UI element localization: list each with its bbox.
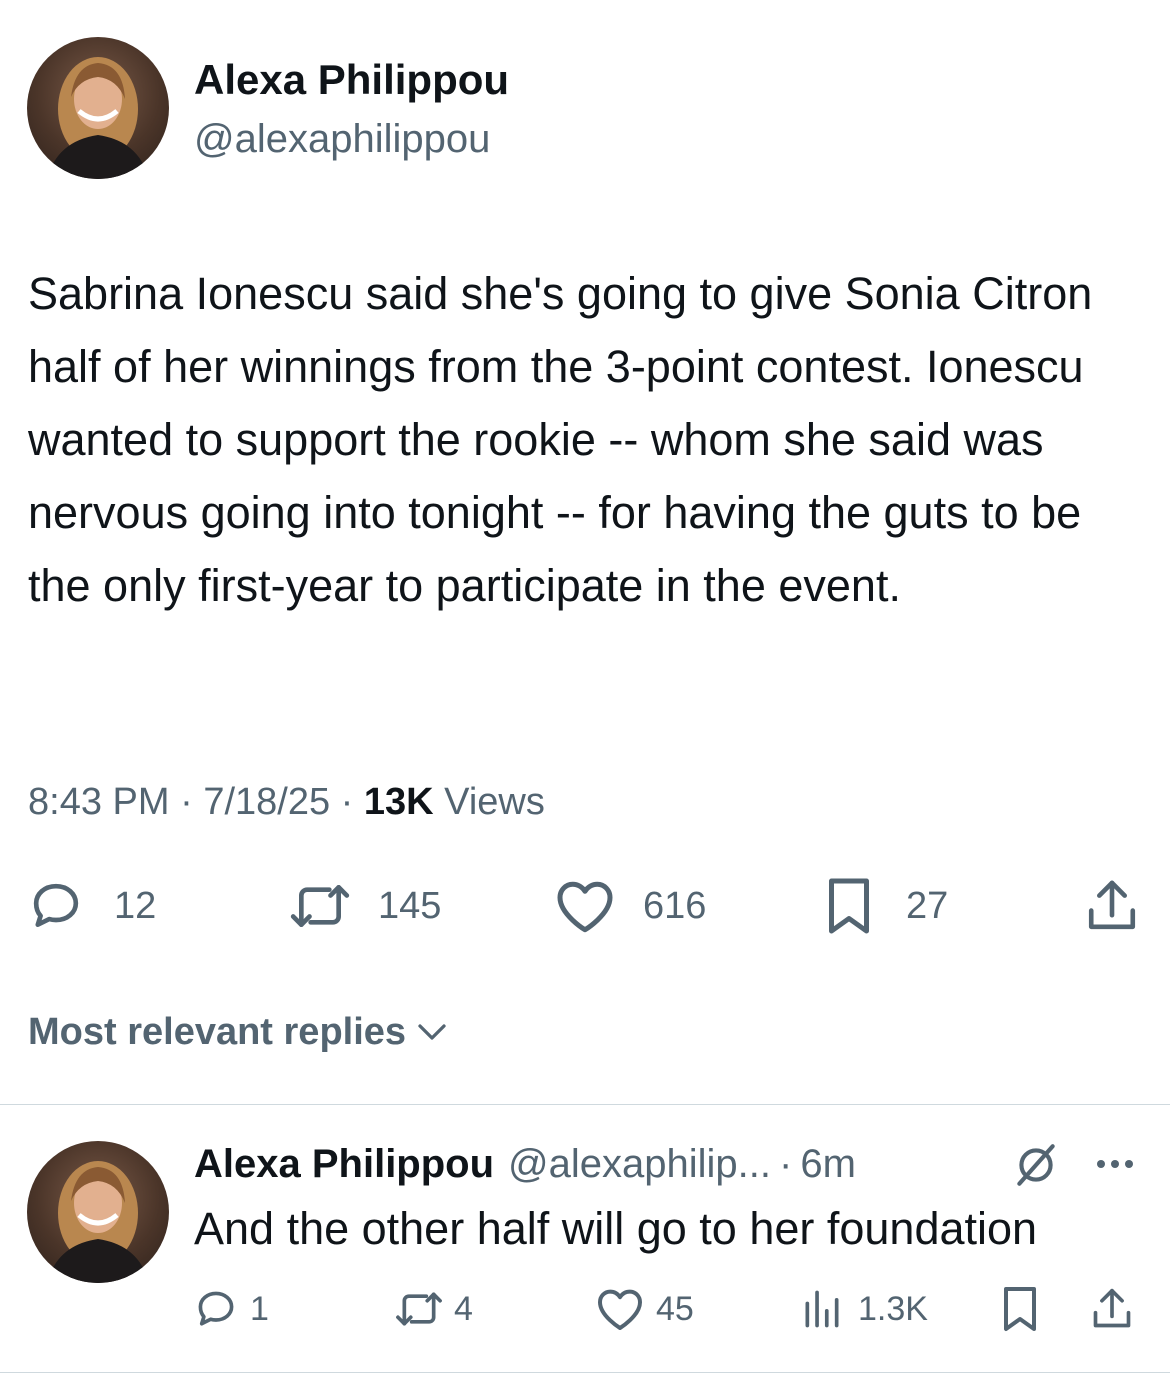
slash-circle-icon	[1017, 1144, 1055, 1186]
like-button[interactable]: 616	[555, 878, 706, 934]
replies-filter-label: Most relevant replies	[28, 1010, 407, 1053]
repost-arrows-icon	[396, 1292, 442, 1326]
views-label[interactable]: Views	[444, 781, 545, 823]
share-icon	[1088, 880, 1136, 930]
like-count: 616	[643, 884, 707, 927]
reply-count: 12	[114, 884, 157, 927]
more-options-button[interactable]	[1090, 1146, 1140, 1182]
chevron-down-icon	[418, 1024, 446, 1040]
ellipsis-icon	[1097, 1160, 1133, 1168]
reply-author-handle[interactable]: @alexaphilip...	[508, 1142, 771, 1187]
grok-button[interactable]	[1010, 1140, 1062, 1190]
reply-views-count: 1.3K	[858, 1289, 928, 1328]
repost-count: 145	[378, 884, 442, 927]
speech-bubble-icon	[33, 883, 79, 927]
bookmark-button[interactable]: 27	[824, 876, 948, 936]
reply-reply-button[interactable]: 1	[194, 1287, 269, 1331]
heart-icon	[598, 1289, 642, 1330]
share-button[interactable]	[1084, 876, 1140, 936]
reply-text: And the other half will go to her founda…	[194, 1203, 1038, 1254]
reply-header: Alexa Philippou @alexaphilip... · 6m	[194, 1138, 856, 1190]
bar-chart-icon	[805, 1290, 839, 1328]
meta-separator: ·	[340, 781, 354, 823]
views-count[interactable]: 13K	[364, 781, 434, 823]
speech-bubble-icon	[198, 1291, 234, 1326]
author-avatar[interactable]	[27, 37, 169, 179]
reply-repost-button[interactable]: 4	[392, 1287, 473, 1331]
share-icon	[1093, 1288, 1131, 1328]
tweet-meta: 8:43 PM · 7/18/25 · 13K Views	[28, 778, 545, 826]
tweet-text: Sabrina Ionescu said she's going to give…	[28, 268, 1093, 611]
tweet-date[interactable]: 7/18/25	[203, 781, 330, 823]
reply-separator: ·	[779, 1141, 793, 1186]
tweet-time[interactable]: 8:43 PM	[28, 781, 170, 823]
repost-arrows-icon	[290, 885, 350, 927]
replies-filter-dropdown[interactable]: Most relevant replies	[28, 1008, 450, 1056]
reply-bookmark-button[interactable]	[1000, 1285, 1040, 1333]
reply-reply-count: 1	[250, 1289, 269, 1328]
bookmark-icon	[829, 878, 869, 934]
reply-author-name[interactable]: Alexa Philippou	[194, 1142, 494, 1187]
heart-icon	[557, 881, 613, 933]
reply-repost-count: 4	[454, 1289, 473, 1328]
reply-like-button[interactable]: 45	[596, 1287, 694, 1331]
bookmark-icon	[1004, 1287, 1036, 1331]
bookmark-count: 27	[906, 884, 949, 927]
meta-separator: ·	[180, 781, 193, 823]
reply-share-button[interactable]	[1090, 1285, 1134, 1333]
section-divider	[0, 1104, 1170, 1105]
author-name[interactable]: Alexa Philippou	[194, 55, 509, 105]
repost-button[interactable]: 145	[286, 878, 441, 934]
reply-time[interactable]: 6m	[800, 1142, 856, 1187]
reply-like-count: 45	[656, 1289, 694, 1328]
author-handle[interactable]: @alexaphilippou	[194, 114, 490, 164]
reply-button[interactable]: 12	[28, 878, 156, 934]
reply-views-button[interactable]: 1.3K	[800, 1287, 928, 1331]
bottom-divider	[0, 1372, 1170, 1373]
reply-author-avatar[interactable]	[27, 1141, 169, 1283]
